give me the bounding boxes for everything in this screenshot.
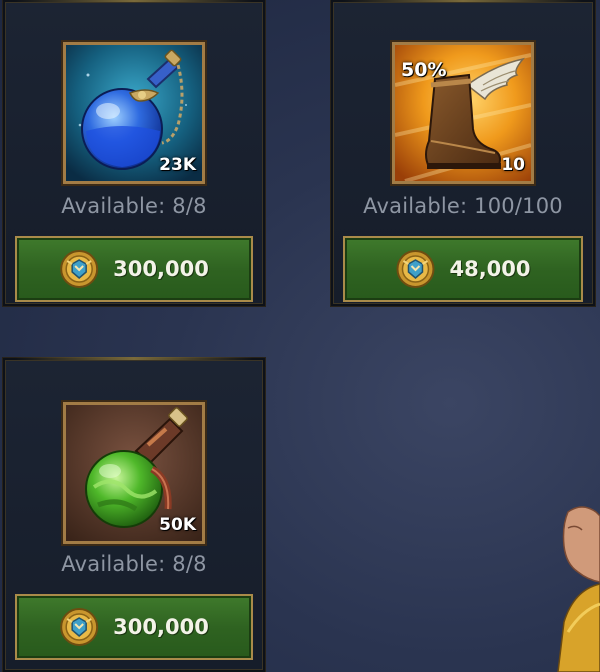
item-frame-green-potion[interactable]: 50K	[63, 402, 205, 544]
availability-label: Available: 100/100	[363, 194, 563, 218]
item-quantity: 50K	[159, 515, 196, 535]
buy-button-content: 300,000	[59, 249, 209, 289]
item-frame-blue-potion[interactable]: 23K	[63, 42, 205, 184]
discount-badge: 50%	[401, 59, 447, 81]
buy-button-content: 300,000	[59, 607, 209, 647]
price-label: 48,000	[449, 257, 531, 281]
gold-coin-icon	[60, 608, 99, 646]
buy-button-winged-boot[interactable]: 48,000	[343, 236, 583, 302]
gold-coin-icon	[60, 250, 99, 288]
item-quantity: 23K	[159, 155, 196, 175]
shop-item-card-blue-potion: 23K Available: 8/8 300,000	[3, 0, 265, 306]
gold-coin-icon	[396, 250, 435, 288]
price-label: 300,000	[113, 615, 209, 639]
character-portrait	[557, 506, 600, 672]
buy-button-content: 48,000	[395, 249, 531, 289]
availability-label: Available: 8/8	[61, 194, 207, 218]
buy-button-blue-potion[interactable]: 300,000	[15, 236, 253, 302]
shop-item-card-winged-boot: 50% 10 Available: 100/100 48,000	[331, 0, 595, 306]
buy-button-green-potion[interactable]: 300,000	[15, 594, 253, 660]
availability-label: Available: 8/8	[61, 552, 207, 576]
item-frame-winged-boot[interactable]: 50% 10	[392, 42, 534, 184]
shop-item-card-green-potion: 50K Available: 8/8 300,000	[3, 357, 265, 672]
item-quantity: 10	[501, 155, 525, 175]
price-label: 300,000	[113, 257, 209, 281]
